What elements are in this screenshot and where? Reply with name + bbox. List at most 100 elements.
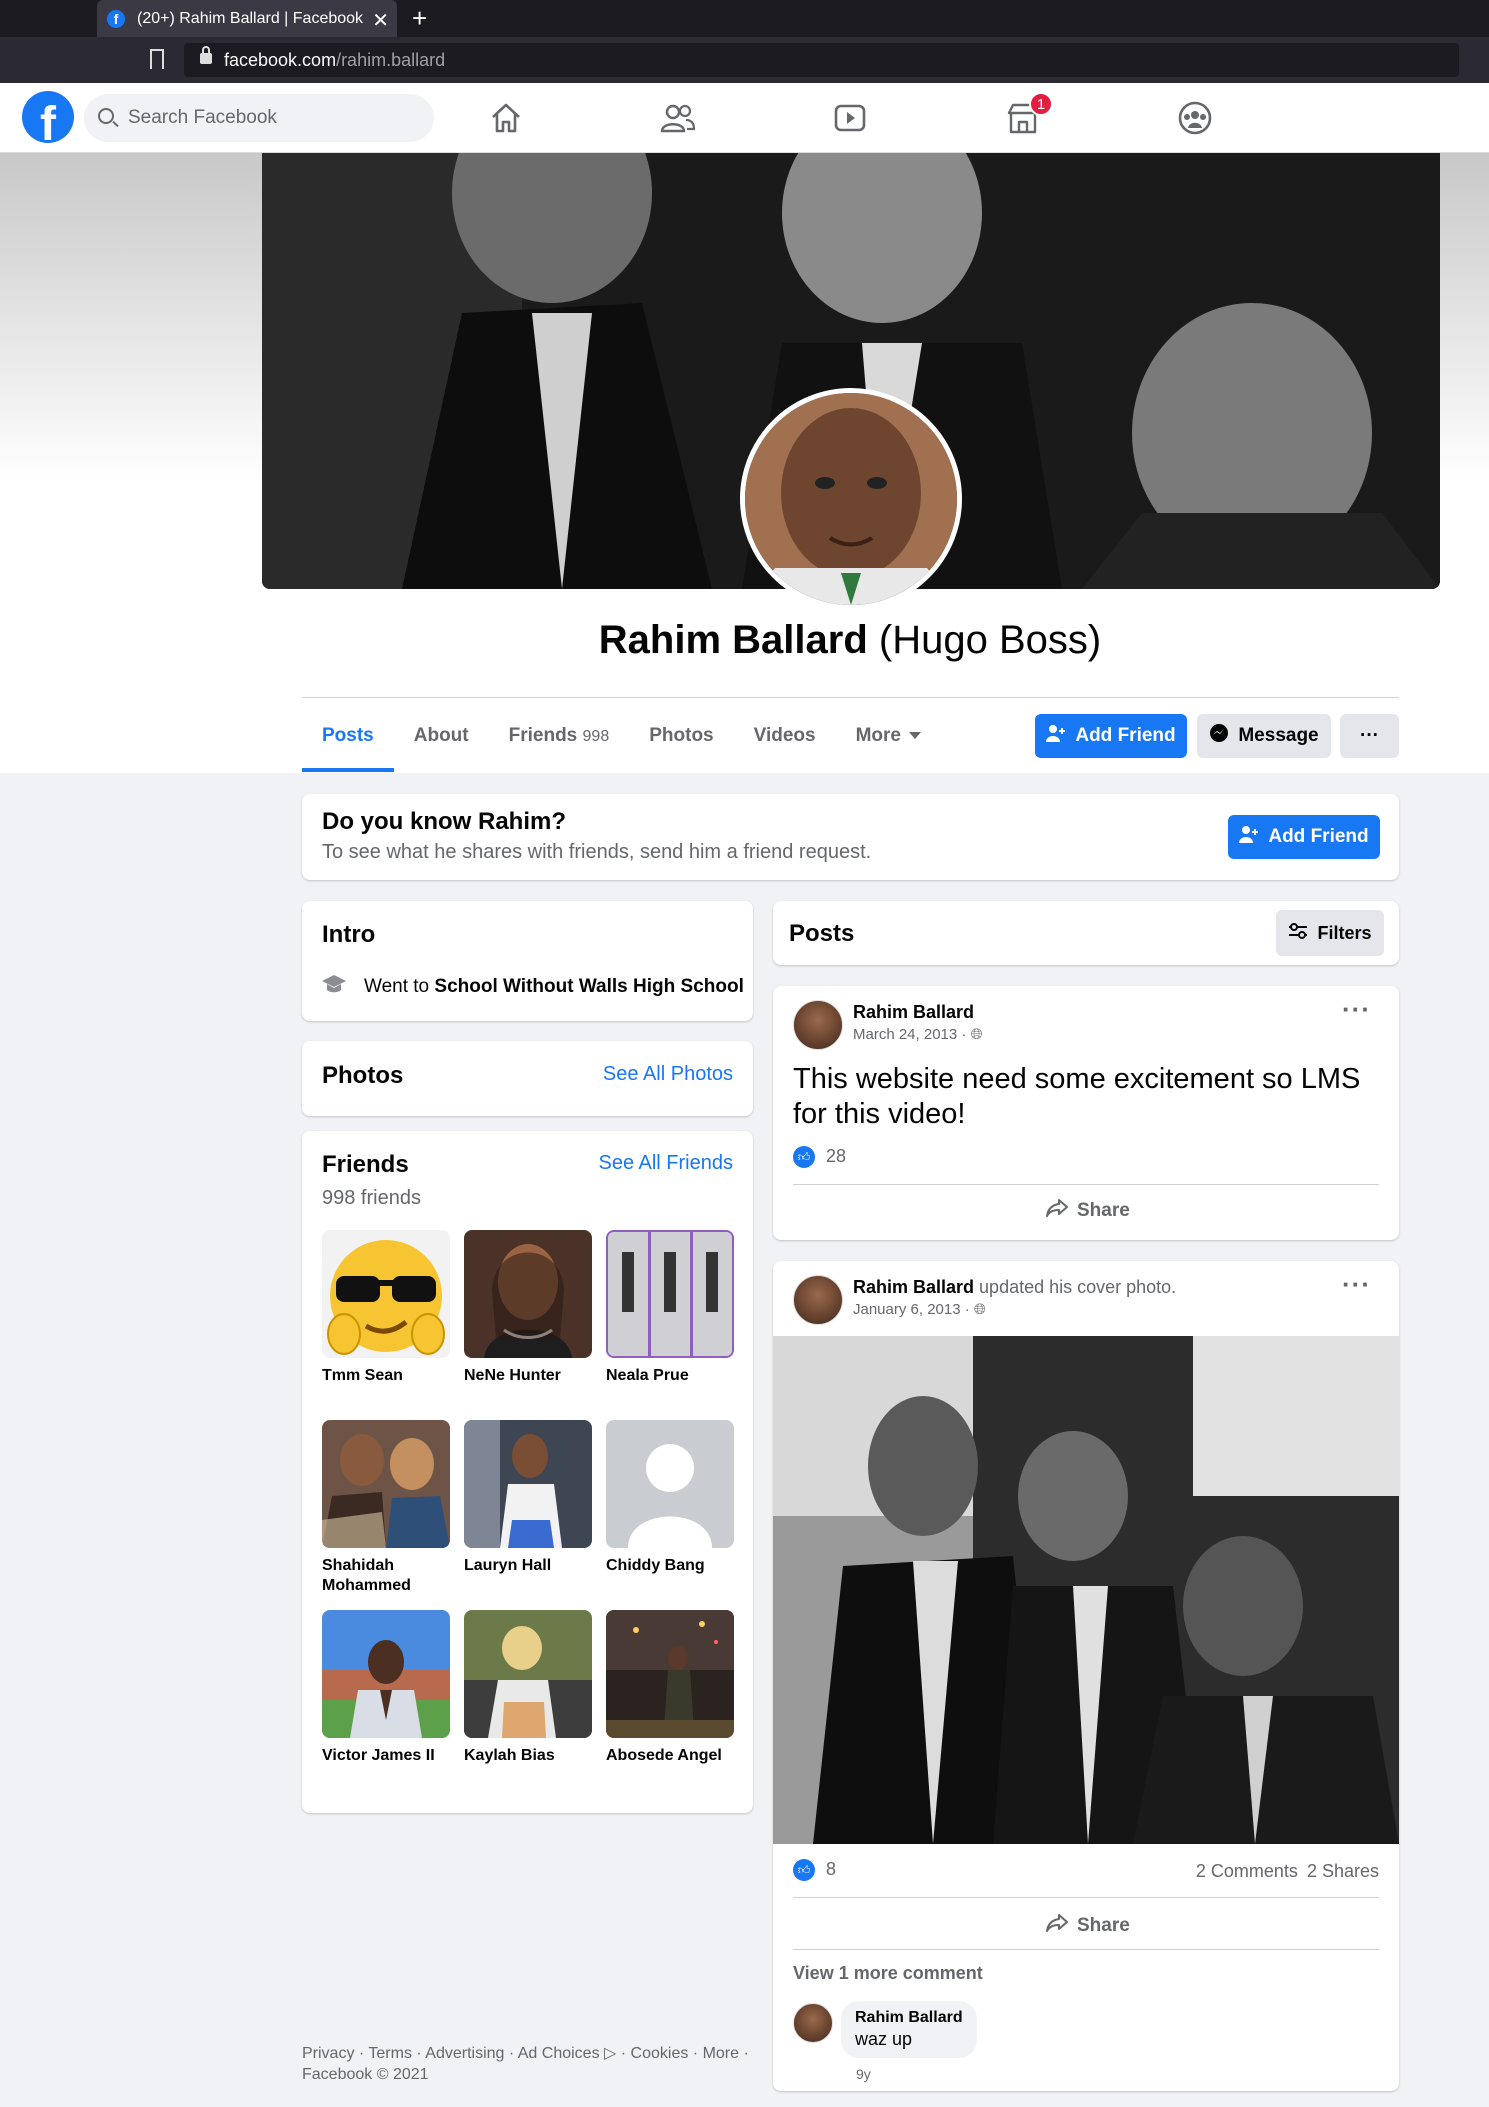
post-like-count: 28 bbox=[826, 1146, 847, 1166]
comment-age[interactable]: 9y bbox=[856, 2066, 871, 2082]
close-tab-icon[interactable]: ✕ bbox=[372, 8, 389, 33]
message-button[interactable]: Message bbox=[1197, 714, 1331, 758]
like-reaction-icon: 👍︎ bbox=[793, 1859, 815, 1882]
search-icon bbox=[98, 108, 114, 124]
browser-tab-bar: f (20+) Rahim Ballard | Facebook ✕ + bbox=[0, 0, 1489, 37]
post-reactions[interactable]: 👍︎ 8 bbox=[793, 1859, 836, 1882]
photos-title: Photos bbox=[322, 1062, 404, 1089]
profile-divider bbox=[302, 697, 1399, 698]
tab-friends[interactable]: Friends 998 bbox=[489, 710, 630, 772]
friend-photo[interactable] bbox=[606, 1610, 734, 1738]
watch-icon[interactable] bbox=[832, 101, 868, 135]
add-friend-button[interactable]: Add Friend bbox=[1035, 714, 1187, 758]
friend-name[interactable]: Shahidah Mohammed bbox=[322, 1556, 450, 1596]
friend-item[interactable]: Lauryn Hall bbox=[464, 1420, 592, 1576]
friend-photo[interactable] bbox=[464, 1420, 592, 1548]
friend-item[interactable]: Victor James II bbox=[322, 1610, 450, 1766]
friend-name[interactable]: Lauryn Hall bbox=[464, 1556, 592, 1576]
post-author-name[interactable]: Rahim Ballard bbox=[853, 1277, 974, 1297]
globe-icon: 🌐︎ bbox=[970, 1026, 983, 1043]
search-input[interactable]: Search Facebook bbox=[84, 94, 434, 142]
post-author-name[interactable]: Rahim Ballard bbox=[853, 1002, 983, 1023]
caret-down-icon bbox=[909, 732, 921, 740]
post-author-avatar[interactable] bbox=[793, 1275, 843, 1325]
comment-text: waz up bbox=[855, 2029, 913, 2049]
comment-author[interactable]: Rahim Ballard bbox=[855, 2009, 963, 2027]
school-link[interactable]: School Without Walls High School bbox=[434, 976, 743, 998]
graduation-cap-icon bbox=[322, 973, 346, 1001]
add-friend-button-card[interactable]: Add Friend bbox=[1228, 815, 1380, 859]
new-tab-icon[interactable]: + bbox=[412, 3, 427, 34]
friends-card: Friends See All Friends 998 friends Tmm … bbox=[302, 1131, 753, 1813]
add-friend-icon bbox=[1046, 724, 1066, 748]
tab-posts[interactable]: Posts bbox=[302, 710, 394, 772]
tab-photos[interactable]: Photos bbox=[629, 710, 733, 772]
post-options-icon[interactable]: ··· bbox=[1342, 994, 1371, 1025]
posts-header-card: Posts Filters bbox=[773, 901, 1399, 965]
profile-picture[interactable] bbox=[740, 388, 962, 610]
more-options-button[interactable]: ··· bbox=[1340, 714, 1399, 758]
see-all-friends-link[interactable]: See All Friends bbox=[598, 1152, 733, 1175]
post-options-icon[interactable]: ··· bbox=[1342, 1269, 1371, 1300]
address-bar: facebook.com/rahim.ballard bbox=[0, 37, 1489, 107]
footer-links: Privacy · Terms · Advertising · Ad Choic… bbox=[302, 2043, 749, 2085]
browser-tab[interactable]: f (20+) Rahim Ballard | Facebook ✕ bbox=[97, 0, 397, 37]
friend-item[interactable]: NeNe Hunter bbox=[464, 1230, 592, 1386]
filters-button[interactable]: Filters bbox=[1276, 910, 1384, 956]
friend-name[interactable]: Tmm Sean bbox=[322, 1366, 450, 1386]
shares-count[interactable]: 2 Shares bbox=[1307, 1861, 1379, 1881]
post-divider bbox=[793, 1949, 1379, 1950]
facebook-favicon-icon: f bbox=[107, 9, 125, 28]
bookmark-icon[interactable] bbox=[150, 49, 164, 69]
post-date[interactable]: March 24, 2013 · 🌐︎ bbox=[853, 1026, 983, 1043]
friends-icon[interactable] bbox=[660, 101, 696, 135]
friend-photo[interactable] bbox=[464, 1610, 592, 1738]
friend-item[interactable]: Kaylah Bias bbox=[464, 1610, 592, 1766]
profile-alt-name: (Hugo Boss) bbox=[878, 618, 1102, 662]
friend-name[interactable]: Abosede Angel bbox=[606, 1746, 734, 1766]
view-more-comments-link[interactable]: View 1 more comment bbox=[793, 1963, 983, 1984]
friend-photo[interactable] bbox=[322, 1230, 450, 1358]
search-placeholder: Search Facebook bbox=[128, 107, 277, 128]
share-label: Share bbox=[1077, 1915, 1130, 1936]
posts-title: Posts bbox=[789, 920, 855, 947]
friend-item[interactable]: Neala Prue bbox=[606, 1230, 734, 1386]
friend-photo[interactable] bbox=[464, 1230, 592, 1358]
friend-name[interactable]: NeNe Hunter bbox=[464, 1366, 592, 1386]
facebook-logo-icon[interactable]: f bbox=[22, 91, 74, 143]
url-field[interactable]: facebook.com/rahim.ballard bbox=[184, 43, 1459, 77]
post-divider bbox=[793, 1184, 1379, 1185]
friend-item[interactable]: Abosede Angel bbox=[606, 1610, 734, 1766]
see-all-photos-link[interactable]: See All Photos bbox=[603, 1063, 733, 1086]
post-card: Rahim Ballard updated his cover photo. J… bbox=[773, 1261, 1399, 2091]
home-icon[interactable] bbox=[488, 101, 524, 135]
tab-more[interactable]: More bbox=[836, 710, 941, 772]
friend-name[interactable]: Neala Prue bbox=[606, 1366, 734, 1386]
friend-item[interactable]: Chiddy Bang bbox=[606, 1420, 734, 1576]
post-image[interactable] bbox=[773, 1336, 1399, 1844]
url-path: /rahim.ballard bbox=[336, 49, 446, 70]
post-reactions[interactable]: 👍︎ 28 bbox=[793, 1146, 847, 1169]
friend-name[interactable]: Victor James II bbox=[322, 1746, 450, 1766]
tab-videos[interactable]: Videos bbox=[734, 710, 836, 772]
friends-count: 998 friends bbox=[322, 1187, 421, 1209]
friend-name[interactable]: Chiddy Bang bbox=[606, 1556, 734, 1576]
friend-item[interactable]: Tmm Sean bbox=[322, 1230, 450, 1386]
footer-line-1[interactable]: Privacy · Terms · Advertising · Ad Choic… bbox=[302, 2043, 749, 2064]
groups-icon[interactable] bbox=[1177, 101, 1213, 135]
friend-photo[interactable] bbox=[322, 1610, 450, 1738]
friend-photo[interactable] bbox=[606, 1230, 734, 1358]
share-icon bbox=[1045, 1198, 1069, 1224]
share-button[interactable]: Share bbox=[1045, 1913, 1130, 1939]
share-button[interactable]: Share bbox=[1045, 1198, 1130, 1224]
friend-item[interactable]: Shahidah Mohammed bbox=[322, 1420, 450, 1596]
friend-name[interactable]: Kaylah Bias bbox=[464, 1746, 592, 1766]
post-author-avatar[interactable] bbox=[793, 1000, 843, 1050]
more-options-icon: ··· bbox=[1360, 725, 1379, 746]
tab-about[interactable]: About bbox=[394, 710, 489, 772]
comment-author-avatar[interactable] bbox=[793, 2003, 833, 2043]
post-date[interactable]: January 6, 2013 · 🌐︎ bbox=[853, 1301, 1176, 1318]
friend-photo[interactable] bbox=[322, 1420, 450, 1548]
friend-photo[interactable] bbox=[606, 1420, 734, 1548]
comments-count[interactable]: 2 Comments bbox=[1196, 1861, 1298, 1881]
